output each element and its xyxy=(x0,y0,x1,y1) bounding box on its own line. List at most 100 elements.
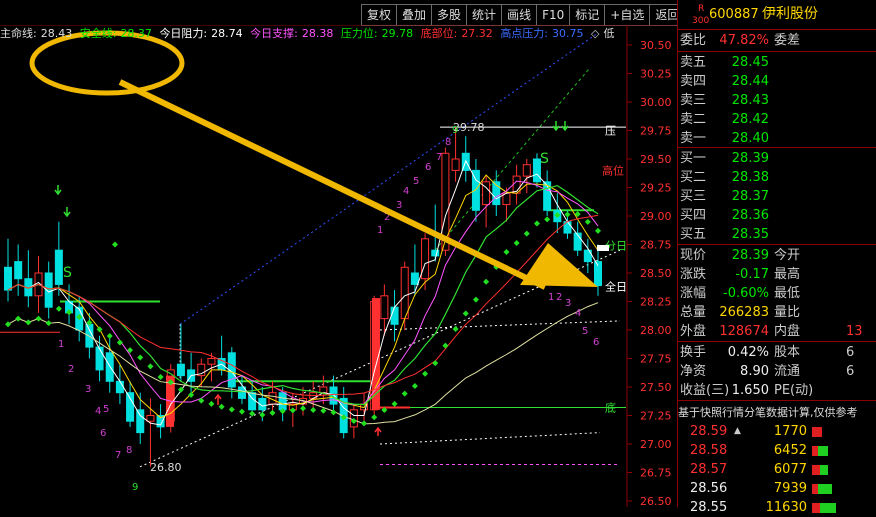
ma-pink xyxy=(7,180,599,406)
stat-label: 现价 xyxy=(680,248,707,263)
stat-row: 现价 28.39 今开 xyxy=(678,246,876,265)
bid-row[interactable]: 买三 28.37 xyxy=(678,187,876,206)
today-support-label: 今日支撑: xyxy=(250,27,298,40)
toolbar-button-1[interactable]: 叠加 xyxy=(396,4,433,26)
bid-row[interactable]: 买二 28.38 xyxy=(678,168,876,187)
stat2-row: 净资 8.90 流通 6 xyxy=(678,362,876,381)
bid-row[interactable]: 买一 28.39 xyxy=(678,149,876,168)
tick-row[interactable]: 28.59 ▲ 1770 xyxy=(678,422,876,441)
safety-dot xyxy=(198,397,205,404)
toolbar-button-7[interactable]: +自选 xyxy=(604,4,651,26)
candle-body xyxy=(85,323,94,348)
bid-price: 28.37 xyxy=(731,189,769,204)
bid-row[interactable]: 买四 28.36 xyxy=(678,206,876,225)
toolbar-button-2[interactable]: 多股 xyxy=(431,4,468,26)
y-tick-label: 26.50 xyxy=(640,495,672,507)
stat-label2: 最低 xyxy=(774,286,801,301)
safety-dot xyxy=(147,363,154,370)
tick-bar-green xyxy=(820,465,828,475)
candle-body xyxy=(278,392,287,411)
safety-line-label: 安全线: xyxy=(79,27,117,40)
candle-body xyxy=(105,352,114,382)
bid-price: 28.39 xyxy=(731,151,769,166)
safety-dot xyxy=(472,296,479,303)
stat2-label: 净资 xyxy=(680,364,707,379)
level-tag: 全日 xyxy=(605,280,627,294)
y-tick-label: 27.00 xyxy=(640,438,672,451)
bid-row[interactable]: 买五 28.35 xyxy=(678,225,876,244)
ask-row[interactable]: 卖四 28.44 xyxy=(678,72,876,91)
stock-name: 伊利股份 xyxy=(762,6,818,22)
toolbar-button-0[interactable]: 复权 xyxy=(361,4,398,26)
safety-dot xyxy=(45,320,52,327)
y-tick-label: 29.75 xyxy=(640,125,672,138)
high-pressure-label: 高点压力: xyxy=(500,27,549,40)
safety-dot xyxy=(137,354,144,361)
toolbar-button-3[interactable]: 统计 xyxy=(466,4,503,26)
ask-row[interactable]: 卖五 28.45 xyxy=(678,53,876,72)
quote-panel: R 300 600887 伊利股份 委比 47.82% 委差 卖五 28.45 卖四… xyxy=(677,0,876,515)
diamond-icon: ◇ xyxy=(591,27,600,40)
seq-number-down: 4 xyxy=(575,308,581,319)
y-tick-label: 28.50 xyxy=(640,267,672,280)
candle-body xyxy=(390,306,399,325)
candle-body xyxy=(410,272,419,285)
tick-row[interactable]: 28.55 11630 xyxy=(678,498,876,517)
seq-number: 8 xyxy=(126,445,132,456)
tick-row[interactable]: 28.56 7939 xyxy=(678,479,876,498)
ask-price: 28.40 xyxy=(731,131,769,146)
life-line-value: 28.43 xyxy=(40,27,73,40)
ask-row[interactable]: 卖二 28.42 xyxy=(678,110,876,129)
bid-label: 买二 xyxy=(680,170,707,185)
safety-dot xyxy=(544,216,551,223)
safety-dot xyxy=(310,406,317,413)
up-arrow-icon xyxy=(374,426,382,436)
tick-row[interactable]: 28.58 6452 xyxy=(678,441,876,460)
stat-row: 涨跌 -0.17 最高 xyxy=(678,265,876,284)
y-tick-label: 30.00 xyxy=(640,96,672,109)
highlight-arrow-head xyxy=(520,243,598,287)
safety-dot xyxy=(564,211,571,218)
candle-body xyxy=(126,392,135,422)
safety-dot xyxy=(432,360,439,367)
y-tick-label: 30.50 xyxy=(640,39,672,52)
y-tick-label: 30.25 xyxy=(640,68,672,81)
stat-row: 外盘 128674 内盘 13 xyxy=(678,322,876,341)
safety-dot xyxy=(25,319,32,326)
safety-dot xyxy=(442,342,449,349)
bid-label: 买五 xyxy=(680,227,707,242)
stat-row: 总量 266283 量比 xyxy=(678,303,876,322)
down-arrow-icon xyxy=(54,185,62,196)
level-tag: 压 xyxy=(605,125,616,138)
kline-chart[interactable]: 30.50 30.25 30.00 29.75 29.50 29.25 29.00 28.75… xyxy=(0,25,676,507)
candle-body xyxy=(4,266,12,291)
stat-row: 涨幅 -0.60% 最低 xyxy=(678,284,876,303)
candle-body xyxy=(207,358,216,365)
toolbar-button-4[interactable]: 画线 xyxy=(501,4,538,26)
safety-dot xyxy=(269,409,276,416)
tick-bar-green xyxy=(818,446,828,456)
sell-signal-S: S xyxy=(540,151,549,167)
bid-price: 28.36 xyxy=(731,208,769,223)
tick-volume: 6077 xyxy=(773,462,807,477)
toolbar-button-5[interactable]: F10 xyxy=(536,4,571,26)
safety-dot xyxy=(218,403,225,410)
y-tick-label: 29.25 xyxy=(640,182,672,195)
chart-toolbar: 复权 叠加 多股 统计 画线 F10 标记 +自选 返回 xyxy=(361,4,686,26)
candle-body xyxy=(400,266,409,320)
safety-dot xyxy=(513,240,520,247)
ask-row[interactable]: 卖三 28.43 xyxy=(678,91,876,110)
ask-label: 卖一 xyxy=(680,131,707,146)
toolbar-button-6[interactable]: 标记 xyxy=(569,4,606,26)
ask-row[interactable]: 卖一 28.40 xyxy=(678,129,876,148)
bottom-value: 27.32 xyxy=(461,27,493,40)
candle-body xyxy=(95,346,104,371)
safety-dot xyxy=(361,420,368,427)
tick-bar-red xyxy=(812,465,820,475)
seq-number: 2 xyxy=(68,364,74,375)
tick-price: 28.57 xyxy=(690,462,728,477)
tick-row[interactable]: 28.57 6077 xyxy=(678,460,876,479)
tick-note: 基于快照行情分笔数据计算,仅供参考 xyxy=(678,406,858,419)
flag-icon xyxy=(597,245,609,251)
stat2-label2: 流通 xyxy=(774,364,801,379)
